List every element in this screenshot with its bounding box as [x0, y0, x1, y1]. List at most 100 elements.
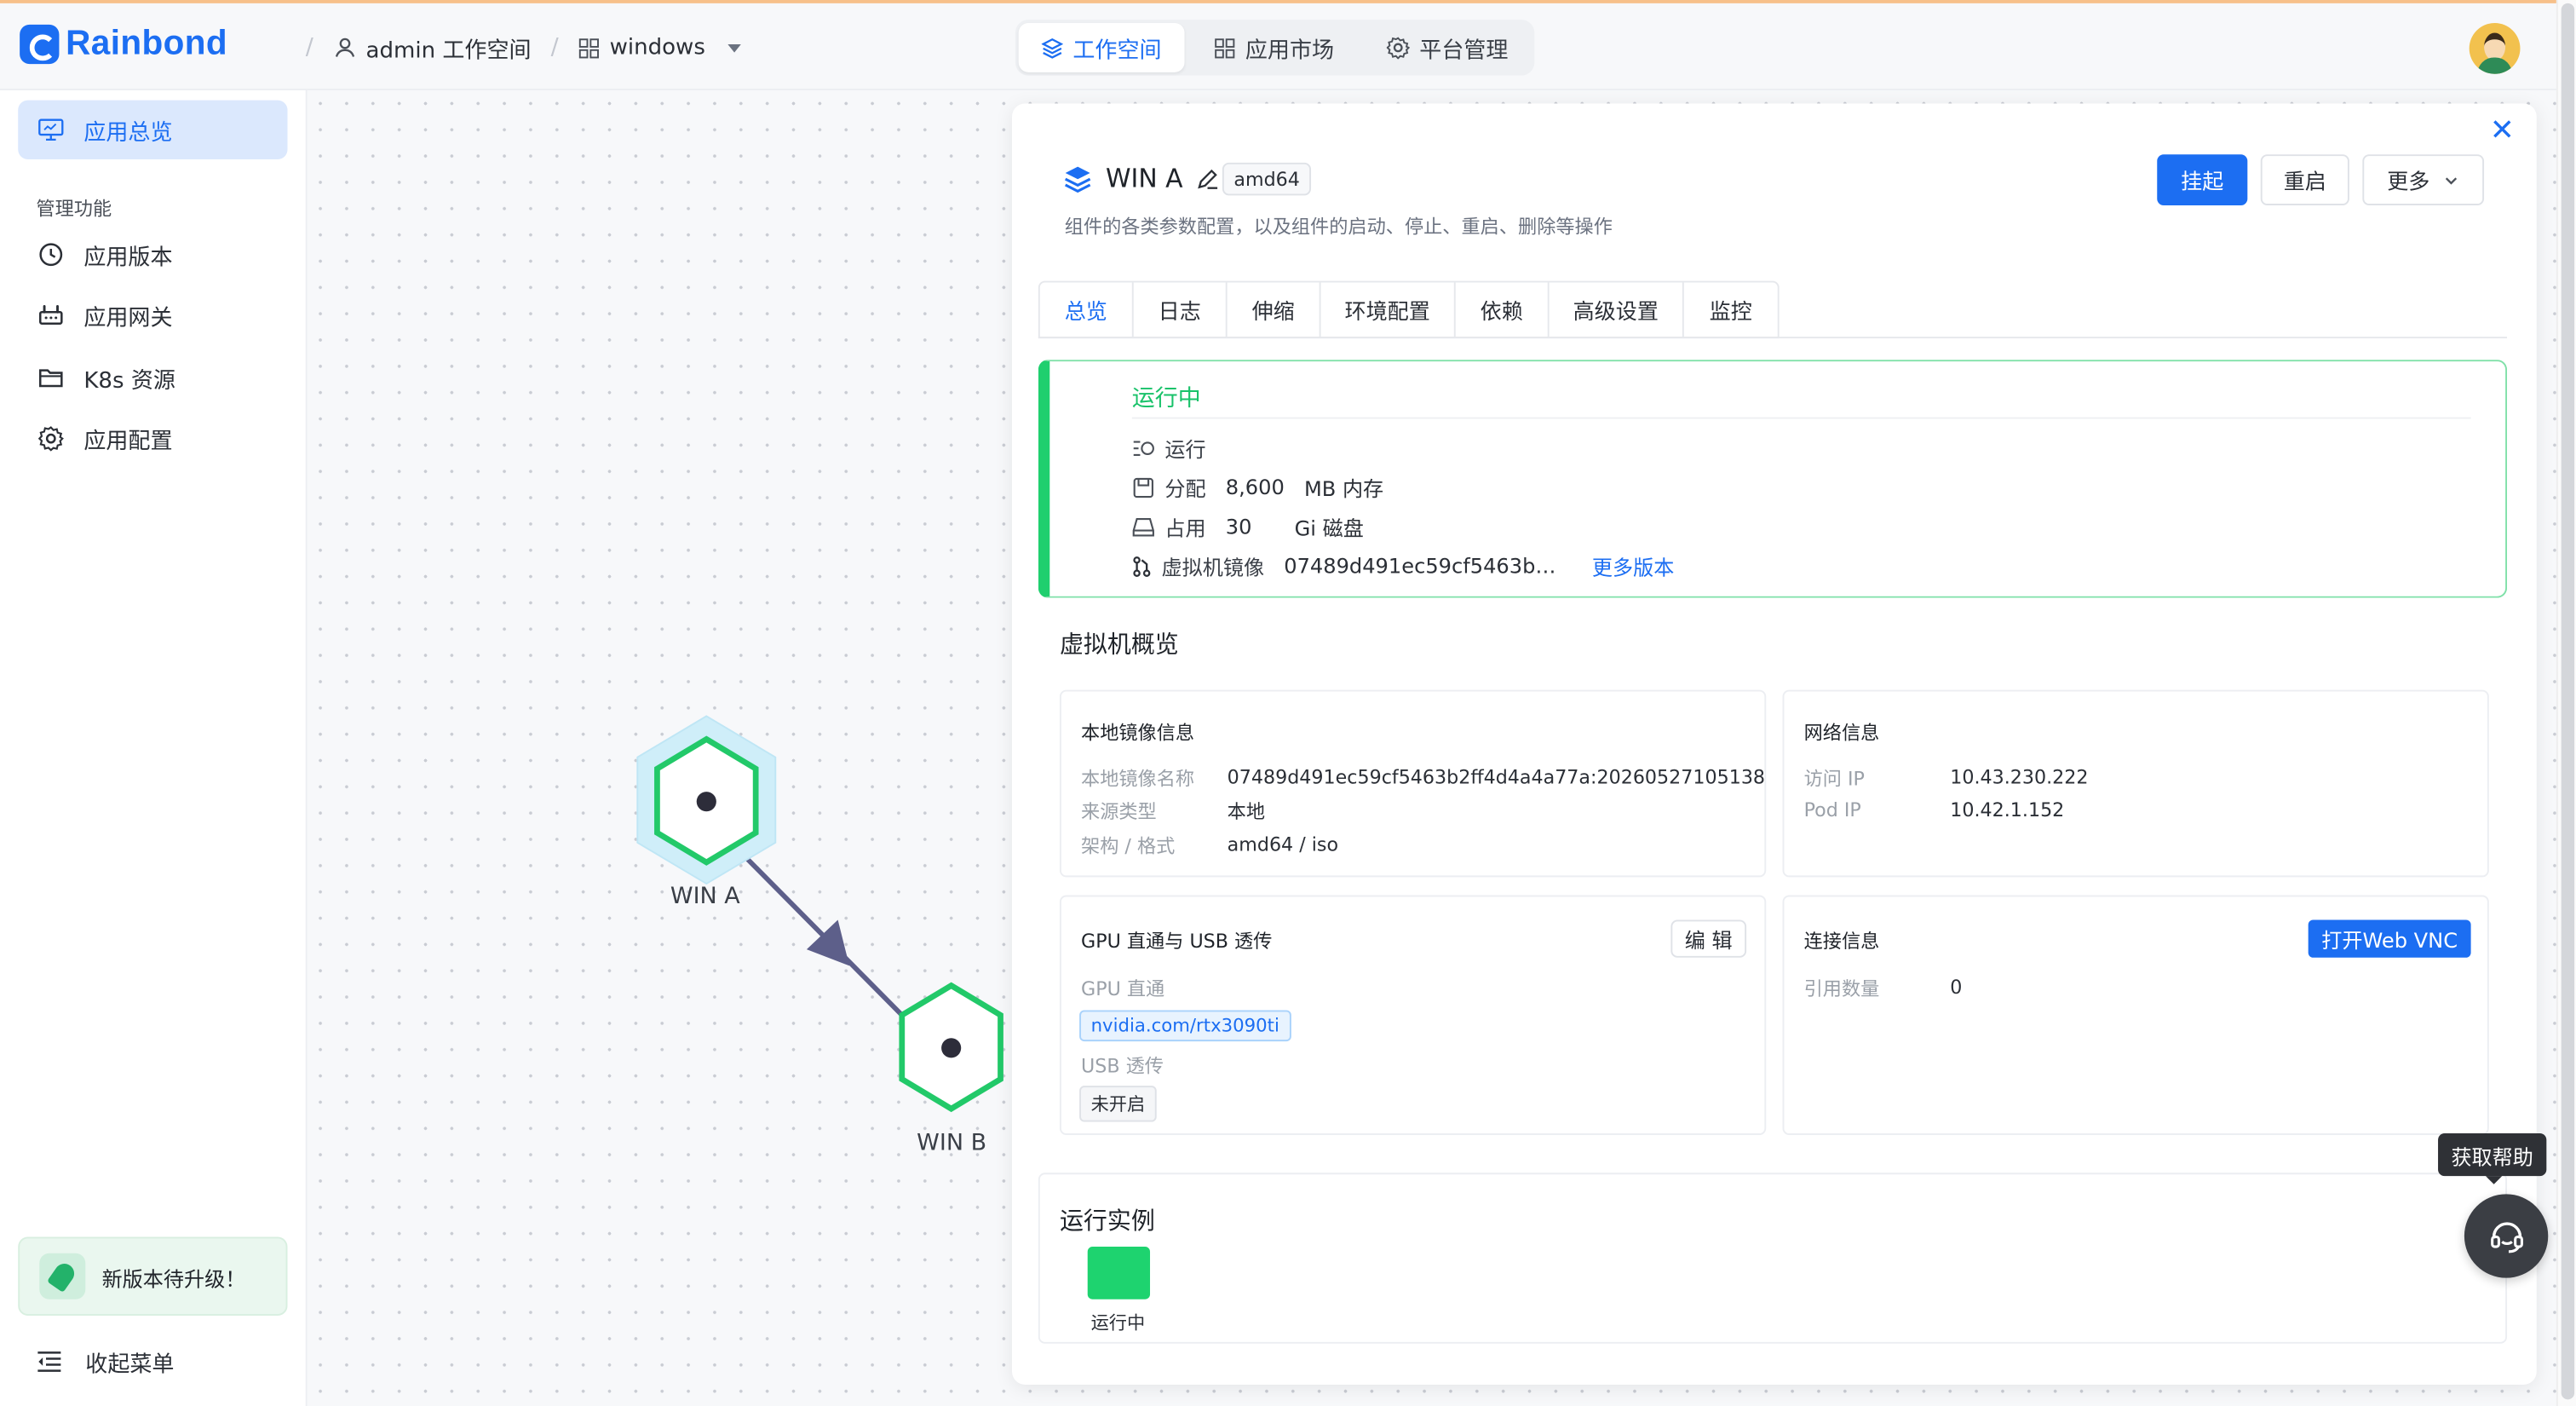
collapse-menu-button[interactable]: 收起菜单	[36, 1345, 175, 1379]
help-button[interactable]	[2464, 1194, 2549, 1278]
source-type-value: 本地	[1227, 799, 1266, 823]
avatar[interactable]	[2469, 22, 2521, 74]
connection-card: 连接信息 打开Web VNC 引用数量 0	[1782, 895, 2489, 1135]
gpu-passthrough-chip: nvidia.com/rtx3090ti	[1079, 1010, 1291, 1042]
collapse-menu-label: 收起菜单	[85, 1351, 175, 1379]
arch-badge: amd64	[1222, 162, 1312, 196]
arch-format-label: 架构 / 格式	[1081, 834, 1176, 858]
status-image-value: 07489d491ec59cf5463b…	[1284, 553, 1556, 579]
sidebar-item-label: 应用总览	[83, 119, 173, 147]
gateway-icon	[38, 305, 63, 325]
edit-icon[interactable]	[1196, 168, 1219, 191]
usb-passthrough-label: USB 透传	[1081, 1054, 1164, 1078]
upgrade-label: 新版本待升级！	[101, 1265, 246, 1291]
sidebar-item-config[interactable]: 应用配置	[18, 409, 287, 468]
nav-market-label: 应用市场	[1245, 37, 1335, 65]
tab-logs[interactable]: 日志	[1134, 282, 1228, 337]
detail-tabs: 总览 日志 伸缩 环境配置 依赖 高级设置 监控	[1038, 280, 1780, 339]
running-instances-card: 运行实例 运行中	[1038, 1173, 2508, 1344]
gear-icon	[1386, 37, 1410, 60]
more-button-label: 更多	[2387, 170, 2430, 196]
suspend-button[interactable]: 挂起	[2157, 154, 2248, 205]
app-root: Rainbond / admin 工作空间 / windows 工作空间 应用市…	[0, 0, 2576, 1406]
tab-env-config[interactable]: 环境配置	[1321, 282, 1456, 337]
nav-workspace-label: 工作空间	[1072, 37, 1162, 65]
branch-icon	[1133, 556, 1151, 577]
sidebar-item-gateway[interactable]: 应用网关	[18, 285, 287, 344]
status-run-label: 运行	[1164, 436, 1206, 462]
usb-passthrough-chip: 未开启	[1079, 1086, 1157, 1122]
sidebar-item-label: 应用版本	[83, 245, 173, 272]
sidebar-section-title: 管理功能	[36, 197, 112, 221]
status-image-label: 虚拟机镜像	[1161, 555, 1265, 580]
clock-icon	[39, 243, 63, 267]
nav-platform[interactable]: 平台管理	[1364, 23, 1532, 72]
folder-icon	[38, 369, 63, 388]
component-subtitle: 组件的各类参数配置，以及组件的启动、停止、重启、删除等操作	[1064, 215, 1613, 239]
pod-ip-label: Pod IP	[1803, 798, 1861, 821]
memory-icon	[1133, 476, 1153, 498]
status-title: 运行中	[1131, 385, 1201, 412]
upgrade-banner[interactable]: 新版本待升级！	[18, 1236, 288, 1317]
running-icon	[1133, 440, 1154, 456]
breadcrumb: / admin 工作空间 / windows	[306, 32, 745, 65]
open-web-vnc-button[interactable]: 打开Web VNC	[2308, 919, 2471, 958]
gpu-usb-title: GPU 直通与 USB 透传	[1081, 930, 1273, 954]
rocket-icon	[39, 1253, 86, 1299]
tab-advanced-settings[interactable]: 高级设置	[1550, 282, 1684, 337]
tab-dependencies[interactable]: 依赖	[1456, 282, 1550, 337]
chevron-down-icon[interactable]	[727, 43, 742, 52]
sidebar-item-overview[interactable]: 应用总览	[18, 100, 288, 159]
tab-monitoring[interactable]: 监控	[1684, 283, 1778, 337]
status-usage-row: 占用 30 Gi 磁盘	[1132, 510, 1364, 542]
connection-title: 连接信息	[1803, 930, 1880, 954]
rainbond-logo-icon	[20, 24, 60, 65]
local-image-card: 本地镜像信息 本地镜像名称 07489d491ec59cf5463b2ff4d4…	[1059, 689, 1767, 878]
more-button[interactable]: 更多	[2362, 154, 2485, 205]
tab-scaling[interactable]: 伸缩	[1228, 282, 1321, 337]
local-image-title: 本地镜像信息	[1081, 721, 1195, 745]
grid-icon	[578, 37, 600, 58]
help-tooltip: 获取帮助	[2438, 1133, 2547, 1184]
sidebar-item-versions[interactable]: 应用版本	[18, 225, 287, 284]
nav-platform-label: 平台管理	[1419, 37, 1509, 65]
status-alloc-value: 8,600	[1225, 475, 1285, 499]
scrollbar-thumb[interactable]	[2561, 3, 2575, 1400]
breadcrumb-workspace[interactable]: admin 工作空间	[330, 32, 534, 65]
sidebar-item-label: 应用网关	[83, 305, 173, 332]
gpu-edit-button[interactable]: 编 辑	[1670, 919, 1747, 958]
access-ip-value: 10.43.230.222	[1950, 765, 2089, 789]
close-icon[interactable]: ✕	[2489, 116, 2516, 146]
brand-name: Rainbond	[66, 24, 227, 63]
page-scrollbar[interactable]	[2556, 0, 2576, 1406]
nav-market[interactable]: 应用市场	[1191, 23, 1357, 72]
sidebar: 应用总览 管理功能 应用版本 应用网关 K8s 资源 应用配置 新版本待升级！ …	[0, 90, 308, 1406]
status-usage-value: 30	[1225, 514, 1252, 539]
restart-button[interactable]: 重启	[2260, 154, 2349, 205]
status-image-row: 虚拟机镜像 07489d491ec59cf5463b… 更多版本	[1132, 550, 1674, 582]
user-icon	[335, 37, 354, 57]
source-type-label: 来源类型	[1081, 799, 1157, 823]
tab-overview[interactable]: 总览	[1040, 282, 1134, 337]
breadcrumb-app[interactable]: windows	[575, 34, 745, 61]
sidebar-item-k8s[interactable]: K8s 资源	[18, 349, 287, 407]
main-nav: 工作空间 应用市场 平台管理	[1015, 20, 1535, 76]
component-detail-drawer: ✕ WIN A amd64 组件的各类参数配置，以及组件的启动、停止、重启、删除…	[1012, 103, 2537, 1385]
tabs-divider	[1038, 337, 2508, 339]
status-alloc-label: 分配	[1164, 476, 1206, 501]
gpu-passthrough-label: GPU 直通	[1081, 977, 1165, 1000]
component-name: WIN A	[1105, 164, 1183, 194]
sidebar-item-label: K8s 资源	[83, 367, 175, 395]
status-run-row: 运行	[1132, 432, 1206, 464]
nav-workspace[interactable]: 工作空间	[1018, 22, 1185, 72]
instance-block[interactable]	[1087, 1247, 1151, 1299]
access-ip-label: 访问 IP	[1803, 767, 1865, 791]
network-card: 网络信息 访问 IP 10.43.230.222 Pod IP 10.42.1.…	[1782, 689, 2489, 878]
more-versions-link[interactable]: 更多版本	[1592, 550, 1674, 582]
component-title: WIN A	[1063, 164, 1219, 194]
status-card: 运行中 运行 分配 8,600 MB 内存 占用 30 Gi 磁盘 虚拟机镜像	[1038, 360, 2508, 598]
breadcrumb-workspace-label: admin 工作空间	[365, 37, 532, 65]
layers-icon	[1041, 37, 1063, 58]
brand-logo[interactable]: Rainbond	[20, 24, 227, 65]
pod-ip-value: 10.42.1.152	[1950, 798, 2065, 821]
